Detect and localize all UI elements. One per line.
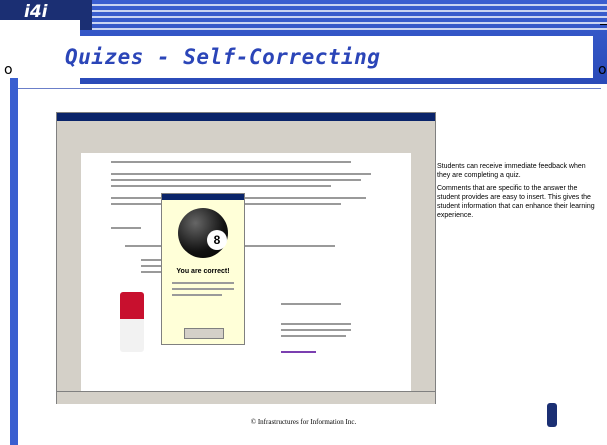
text-line xyxy=(172,282,234,284)
continue-button[interactable] xyxy=(184,328,224,339)
text-line xyxy=(281,335,346,337)
text-line xyxy=(172,294,222,296)
eight-ball-icon: 8 xyxy=(178,208,228,258)
text-line xyxy=(111,161,351,163)
embedded-screenshot: 8 You are correct! xyxy=(56,112,436,404)
bullet-right: o xyxy=(598,62,607,78)
text-line xyxy=(111,179,361,181)
page-title: Quizes - Self-Correcting xyxy=(65,45,381,69)
footer-logo-icon xyxy=(547,403,557,427)
note-paragraph: Comments that are specific to the answer… xyxy=(437,185,595,219)
text-line xyxy=(172,288,234,290)
header-stripe xyxy=(92,10,607,12)
dialog-titlebar xyxy=(162,194,244,200)
text-line xyxy=(111,185,331,187)
side-notes: Students can receive immediate feedback … xyxy=(437,162,597,224)
text-line xyxy=(281,329,351,331)
header-dash xyxy=(600,24,607,25)
dialog-heading: You are correct! xyxy=(176,268,230,275)
text-line xyxy=(281,303,341,305)
screenshot-taskbar xyxy=(57,391,435,404)
link-line xyxy=(281,351,316,353)
soup-can-image xyxy=(120,292,144,352)
header: i4i Quizes - Self-Correcting o o xyxy=(0,0,607,106)
text-line xyxy=(111,227,141,229)
text-line xyxy=(111,173,371,175)
text-line xyxy=(281,323,351,325)
screenshot-toolbar xyxy=(57,121,435,151)
screenshot-document: 8 You are correct! xyxy=(81,153,411,391)
slide: i4i Quizes - Self-Correcting o o 8 You a… xyxy=(0,0,607,445)
feedback-dialog: 8 You are correct! xyxy=(161,193,245,345)
footer-copyright: © Infrastructures for Information Inc. xyxy=(250,418,357,426)
header-stripe xyxy=(92,28,607,30)
eight-ball-number: 8 xyxy=(207,230,227,250)
header-stripe xyxy=(92,16,607,18)
note-paragraph: Students can receive immediate feedback … xyxy=(437,163,586,179)
bullet-left: o xyxy=(4,62,13,78)
header-stripe xyxy=(92,4,607,6)
screenshot-titlebar xyxy=(57,113,435,121)
left-rail xyxy=(10,78,18,445)
content-divider xyxy=(18,88,601,89)
header-stripe xyxy=(92,22,607,24)
logo-text: i4i xyxy=(24,2,48,22)
